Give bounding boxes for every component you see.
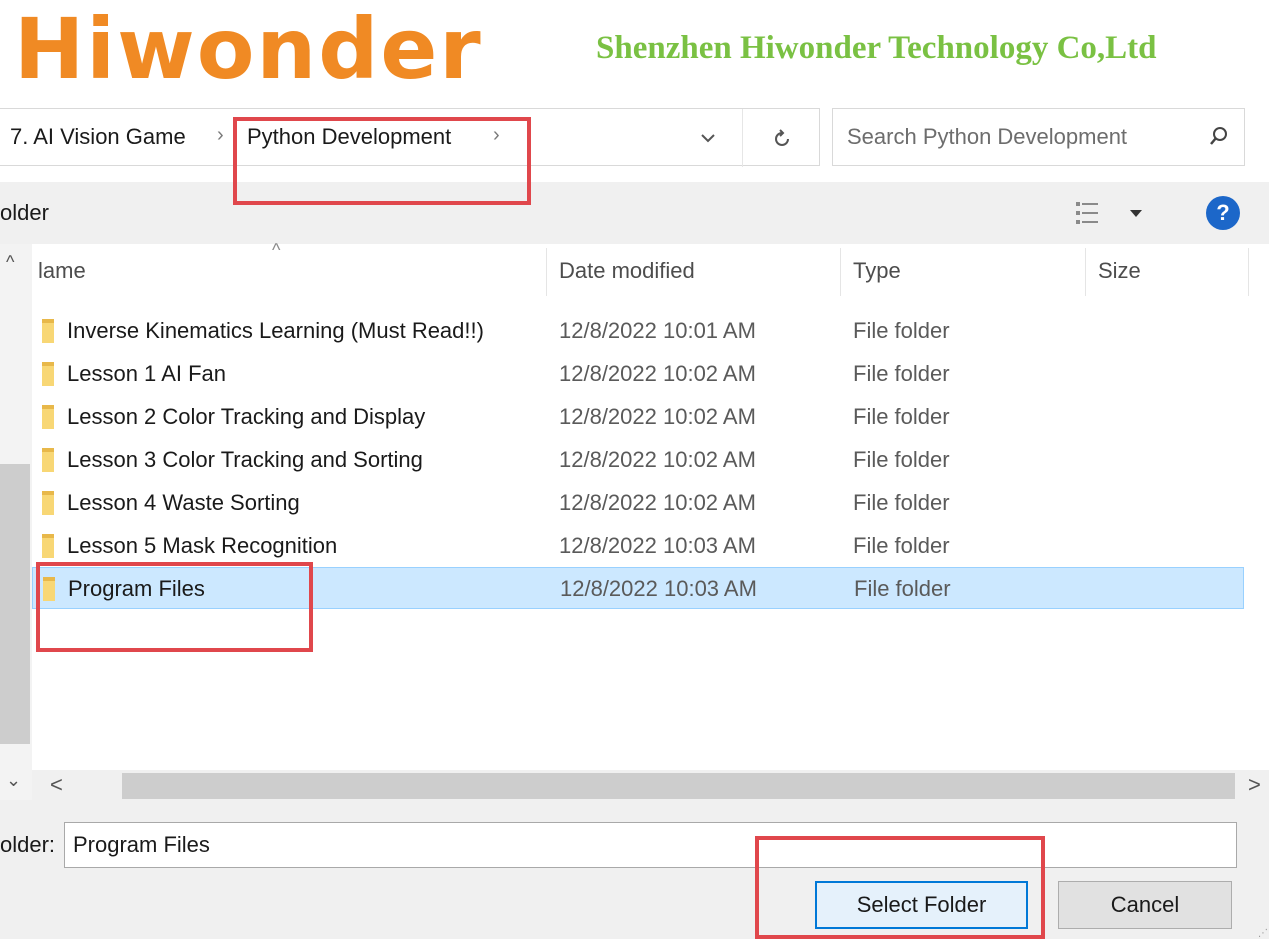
file-date: 12/8/2022 10:03 AM xyxy=(560,576,757,601)
file-name: Inverse Kinematics Learning (Must Read!!… xyxy=(67,318,484,343)
folder-icon xyxy=(40,531,56,561)
chevron-down-icon[interactable] xyxy=(694,123,722,153)
view-options-icon[interactable] xyxy=(1070,196,1150,230)
file-row[interactable]: Inverse Kinematics Learning (Must Read!!… xyxy=(32,310,1244,352)
refresh-icon[interactable] xyxy=(742,109,820,167)
column-size[interactable]: Size xyxy=(1098,258,1141,284)
column-date-modified[interactable]: Date modified xyxy=(559,258,695,284)
file-row[interactable]: Lesson 3 Color Tracking and Sorting 12/8… xyxy=(32,439,1244,481)
file-date: 12/8/2022 10:02 AM xyxy=(559,361,756,386)
help-icon[interactable]: ? xyxy=(1206,196,1240,230)
file-type: File folder xyxy=(853,447,950,472)
folder-icon xyxy=(40,445,56,475)
file-date: 12/8/2022 10:02 AM xyxy=(559,447,756,472)
file-row[interactable]: Lesson 4 Waste Sorting 12/8/2022 10:02 A… xyxy=(32,482,1244,524)
horizontal-scrollbar[interactable]: < > xyxy=(32,770,1269,800)
file-date: 12/8/2022 10:01 AM xyxy=(559,318,756,343)
resize-grip-icon[interactable]: ⋰ xyxy=(1258,928,1268,939)
dialog-footer: older: Select Folder Cancel ⋰ xyxy=(0,800,1269,939)
file-row[interactable]: Lesson 1 AI Fan 12/8/2022 10:02 AM File … xyxy=(32,353,1244,395)
folder-icon xyxy=(41,574,57,604)
file-row[interactable]: Lesson 5 Mask Recognition 12/8/2022 10:0… xyxy=(32,525,1244,567)
file-date: 12/8/2022 10:02 AM xyxy=(559,404,756,429)
file-row[interactable]: Lesson 2 Color Tracking and Display 12/8… xyxy=(32,396,1244,438)
company-name: Shenzhen Hiwonder Technology Co,Ltd xyxy=(596,30,1157,66)
column-divider[interactable] xyxy=(1085,248,1086,296)
hiwonder-logo: Hiwonder xyxy=(14,2,483,96)
select-folder-button[interactable]: Select Folder xyxy=(815,881,1028,929)
file-row-selected[interactable]: Program Files 12/8/2022 10:03 AM File fo… xyxy=(32,567,1244,609)
address-row: 7. AI Vision Game › Python Development › xyxy=(0,108,1269,168)
brand-banner: Hiwonder Shenzhen Hiwonder Technology Co… xyxy=(0,0,1269,100)
file-type: File folder xyxy=(854,576,951,601)
folder-icon xyxy=(40,488,56,518)
breadcrumb-separator-icon[interactable]: › xyxy=(493,124,500,147)
address-bar[interactable]: 7. AI Vision Game › Python Development › xyxy=(0,108,820,167)
file-name: Lesson 5 Mask Recognition xyxy=(67,533,338,558)
scroll-thumb[interactable] xyxy=(0,464,30,744)
file-list: ^ lame Date modified Type Size Inverse K… xyxy=(32,240,1269,770)
column-divider[interactable] xyxy=(1248,248,1249,296)
search-icon[interactable] xyxy=(1203,122,1233,152)
file-type: File folder xyxy=(853,490,950,515)
file-name: Lesson 3 Color Tracking and Sorting xyxy=(67,447,423,472)
file-type: File folder xyxy=(853,318,950,343)
file-type: File folder xyxy=(853,361,950,386)
logo-text: Hiwonder xyxy=(14,0,483,98)
column-divider[interactable] xyxy=(546,248,547,296)
column-type[interactable]: Type xyxy=(853,258,901,284)
scroll-up-icon[interactable]: ^ xyxy=(6,252,14,273)
scroll-left-icon[interactable]: < xyxy=(50,772,63,798)
column-name[interactable]: lame xyxy=(38,258,86,284)
folder-icon xyxy=(40,359,56,389)
search-box[interactable] xyxy=(832,108,1245,166)
file-date: 12/8/2022 10:02 AM xyxy=(559,490,756,515)
breadcrumb-python-development[interactable]: Python Development xyxy=(247,124,451,150)
breadcrumb-separator-icon[interactable]: › xyxy=(217,124,224,147)
search-input[interactable] xyxy=(847,121,1187,153)
breadcrumb-ai-vision-game[interactable]: 7. AI Vision Game xyxy=(10,124,186,150)
file-type: File folder xyxy=(853,404,950,429)
sort-ascending-icon: ^ xyxy=(272,240,281,260)
navigation-pane-scrollbar[interactable]: ^ ⌄ xyxy=(0,244,32,800)
scroll-right-icon[interactable]: > xyxy=(1248,772,1261,798)
command-toolbar: older ? xyxy=(0,182,1269,244)
column-divider[interactable] xyxy=(840,248,841,296)
file-date: 12/8/2022 10:03 AM xyxy=(559,533,756,558)
cancel-button[interactable]: Cancel xyxy=(1058,881,1232,929)
file-name: Lesson 2 Color Tracking and Display xyxy=(67,404,426,429)
file-type: File folder xyxy=(853,533,950,558)
column-header: ^ lame Date modified Type Size xyxy=(32,240,1269,300)
horizontal-scroll-thumb[interactable] xyxy=(122,773,1235,799)
folder-icon xyxy=(40,402,56,432)
folder-name-input[interactable] xyxy=(64,822,1237,868)
file-name: Program Files xyxy=(68,576,205,601)
new-folder-button[interactable]: older xyxy=(0,200,49,226)
folder-field-label: older: xyxy=(0,832,56,857)
file-name: Lesson 4 Waste Sorting xyxy=(67,490,300,515)
scroll-down-icon[interactable]: ⌄ xyxy=(6,770,21,791)
file-name: Lesson 1 AI Fan xyxy=(67,361,226,386)
folder-icon xyxy=(40,316,56,346)
